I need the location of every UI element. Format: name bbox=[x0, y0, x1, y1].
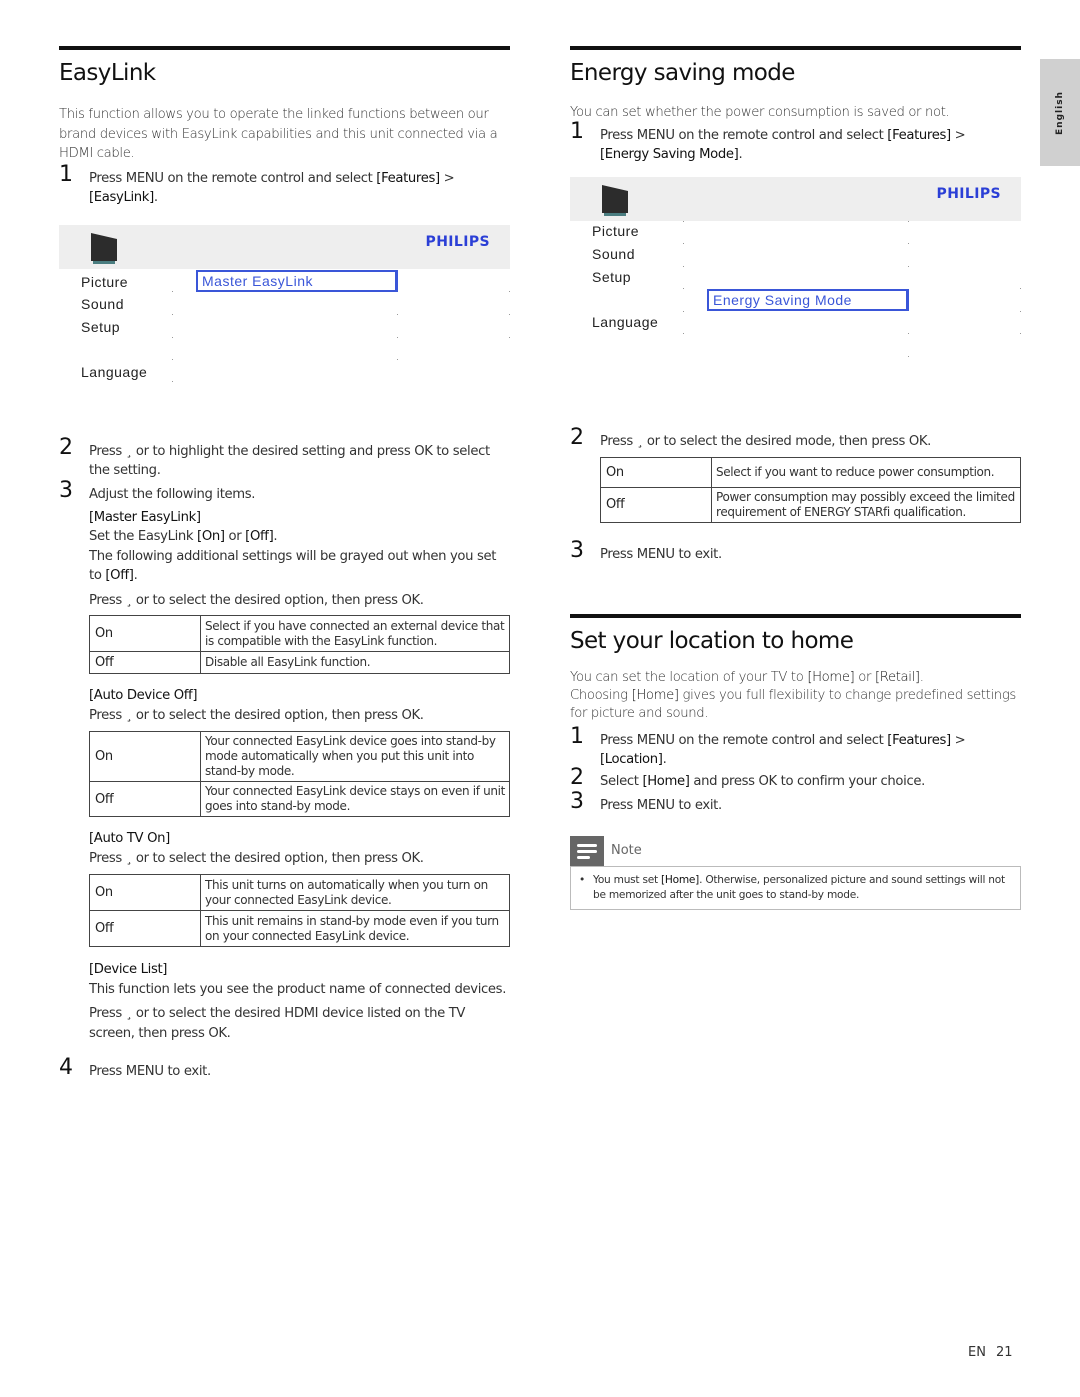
table-row: On Your connected EasyLink device goes in… bbox=[89, 731, 510, 782]
table-row: On Select if you want to reduce power con… bbox=[600, 456, 1021, 488]
footer-language: EN bbox=[968, 1345, 986, 1360]
section-rule bbox=[570, 613, 1021, 618]
page-footer: EN 21 bbox=[968, 1345, 1013, 1360]
table-row: Off Your connected EasyLink device stays … bbox=[89, 781, 510, 817]
tv-icon bbox=[602, 184, 628, 216]
tv-icon bbox=[91, 232, 117, 264]
step-1: 1 Press MENU on the remote control and s… bbox=[59, 161, 455, 205]
step-2: 2 Press ¸ or to highlight the desired se… bbox=[59, 434, 490, 478]
note-block: Note • You must set [Home]. Otherwise, p… bbox=[570, 835, 1021, 910]
step-2: 2 Select [Home] and press OK to confirm … bbox=[570, 764, 925, 790]
note-text: You must set [Home]. Otherwise, personal… bbox=[593, 873, 1005, 901]
menu-item-setup[interactable]: Setup bbox=[81, 319, 120, 335]
language-tab: English bbox=[1040, 59, 1080, 166]
master-easylink-title: [Master EasyLink] bbox=[89, 509, 201, 525]
philips-logo: PHILIPS bbox=[936, 185, 1001, 202]
location-section: Set your location to home You can set th… bbox=[570, 613, 1021, 910]
menu-item-picture[interactable]: Picture bbox=[592, 223, 639, 239]
master-easylink-press: Press ¸ or to select the desired option,… bbox=[89, 592, 424, 608]
step-1: 1 Press MENU on the remote control and s… bbox=[570, 118, 966, 162]
highlighted-option-energy-saving-mode[interactable]: Energy Saving Mode bbox=[707, 288, 909, 311]
step-4: 4 Press MENU to exit. bbox=[59, 1055, 211, 1080]
page-number: 21 bbox=[995, 1345, 1013, 1360]
section-title: Energy saving mode bbox=[570, 60, 795, 86]
location-intro: You can set the location of your TV to [… bbox=[570, 669, 1016, 721]
table-row: On This unit turns on automatically when … bbox=[89, 874, 510, 911]
device-list-press: Press ¸ or to select the desired HDMI de… bbox=[89, 1006, 466, 1041]
auto-tv-on-table: On This unit turns on automatically when … bbox=[89, 874, 510, 947]
tv-menu-illustration: PHILIPS Picture Sound Setup Language Mas… bbox=[59, 224, 510, 433]
master-easylink-line1: Set the EasyLink [On] or [Off]. bbox=[89, 529, 278, 544]
auto-tv-on-title: [Auto TV On] bbox=[89, 831, 170, 846]
section-title: EasyLink bbox=[59, 60, 156, 86]
device-list-block: [Device List] This function lets you see… bbox=[59, 960, 510, 1043]
highlighted-option-master-easylink[interactable]: Master EasyLink bbox=[196, 269, 398, 292]
step-1: 1 Press MENU on the remote control and s… bbox=[570, 723, 966, 767]
section-title: Set your location to home bbox=[570, 627, 854, 654]
menu-item-language[interactable]: Language bbox=[592, 314, 658, 330]
auto-tv-on-block: [Auto TV On] Press ¸ or to select the de… bbox=[59, 829, 510, 868]
menu-item-sound[interactable]: Sound bbox=[592, 246, 635, 262]
note-label: Note bbox=[611, 843, 642, 858]
auto-device-off-block: [Auto Device Off] Press ¸ or to select t… bbox=[59, 686, 510, 725]
note-header: Note bbox=[570, 835, 1021, 866]
master-easylink-line2: The following additional settings will b… bbox=[89, 548, 497, 584]
tv-menu-illustration: PHILIPS Picture Sound Setup Language Ene… bbox=[570, 176, 1021, 432]
menu-header-bar: PHILIPS bbox=[570, 176, 1021, 221]
menu-header-bar: PHILIPS bbox=[59, 224, 510, 269]
step-3: 3 Press MENU to exit. bbox=[570, 537, 722, 563]
note-icon bbox=[570, 835, 604, 866]
device-list-desc: This function lets you see the product n… bbox=[89, 981, 507, 997]
table-row: On Select if you have connected an extern… bbox=[89, 615, 510, 652]
auto-device-off-title: [Auto Device Off] bbox=[89, 688, 198, 703]
section-rule bbox=[59, 46, 510, 50]
easylink-section: EasyLink This function allows you to ope… bbox=[59, 46, 510, 1081]
menu-item-setup[interactable]: Setup bbox=[592, 269, 631, 285]
table-row: Off This unit remains in stand-by mode ev… bbox=[89, 910, 510, 947]
intro-text: This function allows you to operate the … bbox=[59, 107, 498, 161]
energy-mode-table: On Select if you want to reduce power con… bbox=[600, 456, 1021, 523]
menu-item-sound[interactable]: Sound bbox=[81, 296, 124, 312]
note-box: • You must set [Home]. Otherwise, person… bbox=[570, 865, 1021, 910]
device-list-title: [Device List] bbox=[89, 962, 168, 977]
menu-item-picture[interactable]: Picture bbox=[81, 274, 128, 290]
master-easylink-table: On Select if you have connected an extern… bbox=[89, 615, 510, 674]
philips-logo: PHILIPS bbox=[425, 233, 490, 250]
table-row: Off Disable all EasyLink function. bbox=[89, 651, 510, 674]
master-easylink-block: [Master EasyLink] Set the EasyLink [On] … bbox=[59, 508, 510, 611]
intro-text: You can set whether the power consumptio… bbox=[570, 105, 950, 120]
auto-device-off-press: Press ¸ or to select the desired option,… bbox=[89, 707, 424, 723]
step-3: 3 Adjust the following items. bbox=[59, 477, 256, 503]
auto-device-off-table: On Your connected EasyLink device goes in… bbox=[89, 731, 510, 817]
step-2: 2 Press ¸ or to select the desired mode,… bbox=[570, 424, 932, 450]
table-row: Off Power consumption may possibly exceed… bbox=[600, 486, 1021, 523]
menu-item-language[interactable]: Language bbox=[81, 364, 147, 380]
section-rule bbox=[570, 46, 1021, 50]
auto-tv-on-press: Press ¸ or to select the desired option,… bbox=[89, 850, 424, 866]
step-3: 3 Press MENU to exit. bbox=[570, 788, 722, 814]
energy-section: Energy saving mode You can set whether t… bbox=[570, 46, 1021, 910]
